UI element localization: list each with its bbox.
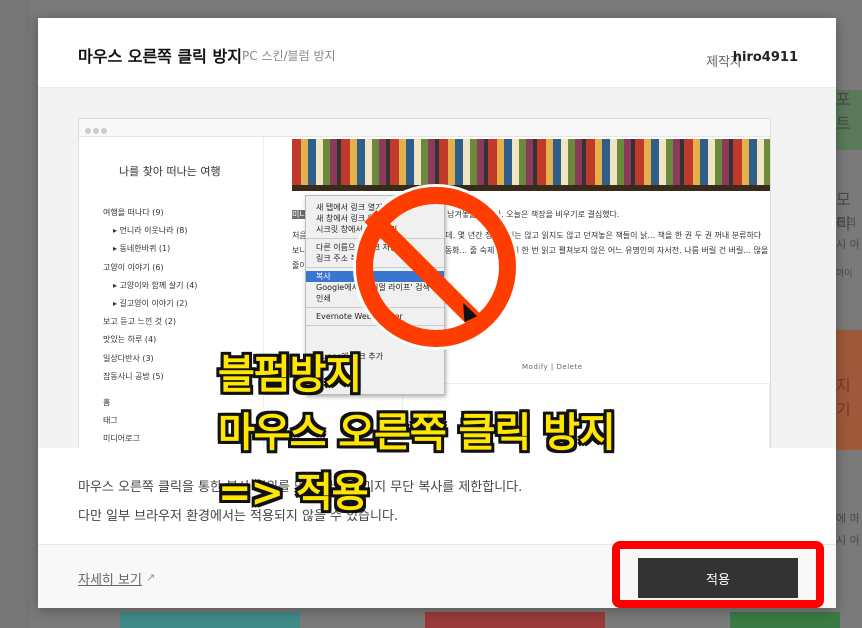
books-photo	[292, 139, 770, 191]
highlight-frame	[612, 541, 824, 608]
browser-titlebar	[79, 119, 770, 137]
post-actions: Modify | Delete	[522, 363, 583, 371]
background-text: 래의	[836, 216, 857, 229]
blog-menu-item: 일상다반사 (3)	[103, 353, 154, 363]
more-info-link[interactable]: 자세히 보기	[78, 569, 142, 588]
modal-title: 마우스 오른쪽 클릭 방지	[78, 47, 242, 66]
background-text: 에 마	[836, 512, 860, 525]
background-text: 시 아	[836, 534, 860, 547]
background-text: 마이	[836, 269, 853, 279]
blog-menu-item: 미디어로그	[103, 434, 140, 444]
overlay-caption: 블펌방지	[218, 352, 362, 398]
prohibition-icon	[356, 187, 516, 347]
blog-category-menu: 여행을 떠나다 (9) ▸ 언니라 이웃나라 (8) ▸ 동네한바퀴 (1) 고양이 …	[103, 207, 197, 448]
background-text: 지기	[836, 376, 851, 419]
blog-title: 나를 찾아 떠나는 여행	[119, 165, 221, 178]
blog-menu-item: 고양이 이야기 (6)	[103, 262, 164, 272]
blog-menu-item: 맛있는 하루 (4)	[103, 335, 157, 345]
background-card-teal	[120, 612, 300, 628]
background-text: 시 아	[836, 238, 860, 251]
background-text: 포트	[836, 90, 851, 133]
blog-menu-item: 여행을 떠나다 (9)	[103, 208, 164, 217]
external-link-icon: ↗	[146, 571, 156, 584]
books-photo-shelf	[292, 185, 770, 191]
blog-menu-item: 보고 듣고 느낀 것 (2)	[103, 317, 177, 327]
blog-menu-item: ▸ 동네한바퀴 (1)	[113, 244, 171, 254]
blog-sidebar: 나를 찾아 떠나는 여행 여행을 떠나다 (9) ▸ 언니라 이웃나라 (8) ▸ …	[79, 137, 264, 448]
blog-menu-item: ▸ 고양이와 함께 살기 (4)	[113, 280, 198, 290]
overlay-caption: 마우스 오른쪽 클릭 방지	[218, 410, 616, 456]
modal-subtitle: PC 스킨/블럼 방지	[242, 49, 336, 63]
overlay-caption: => 적용	[218, 470, 369, 516]
maker-name: hiro4911	[732, 50, 798, 65]
blog-menu-item: 홈	[103, 397, 111, 407]
window-dot	[101, 128, 107, 134]
blog-menu-item: ▸ 길고양이 이야기 (2)	[113, 298, 188, 308]
blog-menu-item: 태그	[103, 416, 118, 426]
window-dot	[85, 128, 91, 134]
background-card-red	[425, 612, 605, 628]
blog-menu-item: ▸ 언니라 이웃나라 (8)	[113, 226, 188, 236]
blog-menu-item: 잡동사니 공방 (5)	[103, 371, 164, 381]
background-left-strip	[0, 0, 30, 628]
modal-header: 마우스 오른쪽 클릭 방지 PC 스킨/블럼 방지 제작자 hiro4911	[38, 18, 836, 88]
window-dot	[93, 128, 99, 134]
background-card-green-bottom	[730, 612, 840, 628]
